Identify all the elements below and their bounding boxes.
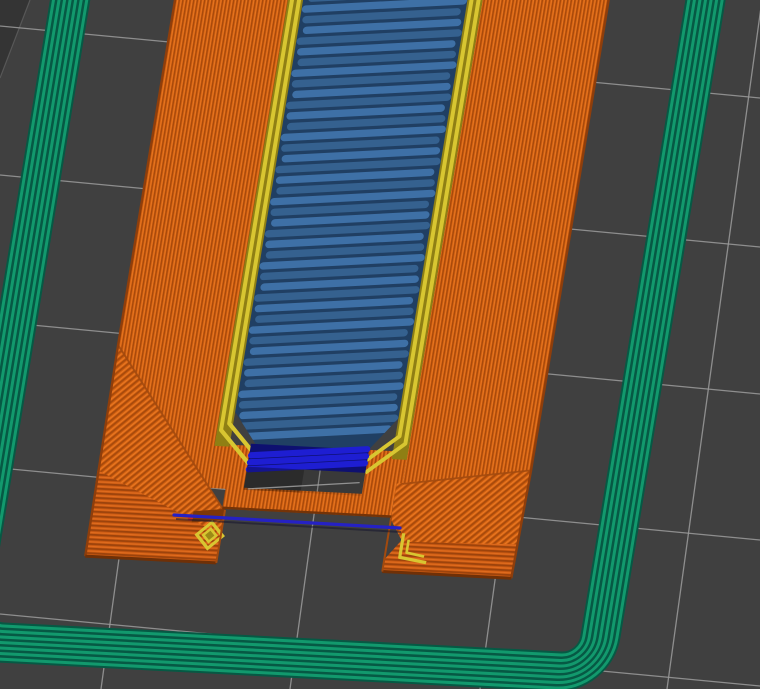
slicer-3d-viewport[interactable] [0,0,760,689]
gcode-preview-scene [0,0,760,689]
